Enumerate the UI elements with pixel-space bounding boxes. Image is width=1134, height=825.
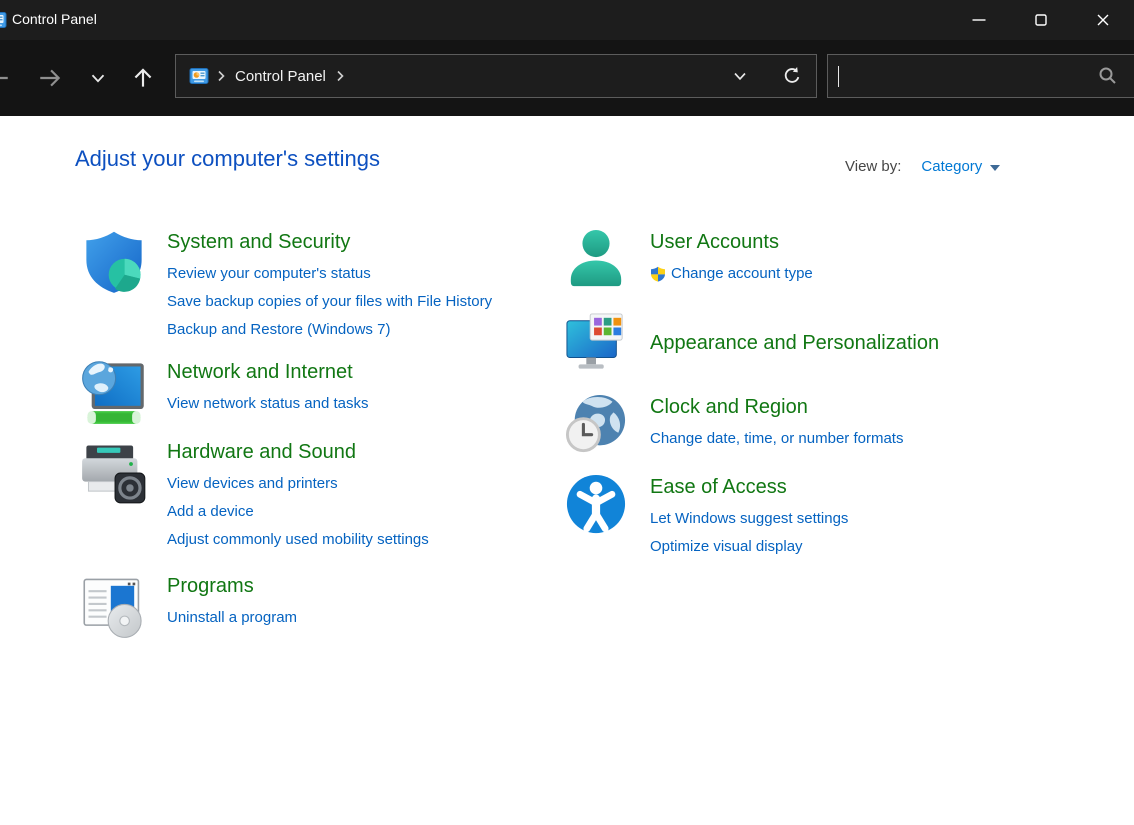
task-link-clock-region-0[interactable]: Change date, time, or number formats — [650, 425, 1080, 453]
content-area: Adjust your computer's settings View by:… — [0, 116, 1134, 825]
network-internet-icon[interactable] — [80, 358, 148, 426]
task-link-label: Add a device — [167, 498, 254, 526]
close-icon — [1091, 8, 1115, 32]
task-link-label: Change account type — [671, 260, 813, 288]
user-accounts-icon[interactable] — [565, 228, 627, 290]
task-link-ease-of-access-0[interactable]: Let Windows suggest settings — [650, 505, 1080, 533]
task-link-label: Uninstall a program — [167, 604, 297, 632]
refresh-button[interactable] — [778, 62, 806, 90]
back-arrow-icon — [0, 65, 11, 91]
ease-of-access-icon[interactable] — [565, 473, 627, 535]
category-body: Clock and Region Change date, time, or nu… — [650, 393, 1080, 453]
up-button[interactable] — [129, 64, 157, 92]
programs-icon[interactable] — [80, 572, 148, 640]
dropdown-caret-icon — [990, 165, 1000, 171]
minimize-button[interactable] — [948, 0, 1010, 40]
maximize-icon — [1029, 8, 1053, 32]
search-icon[interactable] — [1096, 64, 1120, 88]
address-dropdown-button[interactable] — [726, 62, 754, 90]
system-security-icon[interactable] — [80, 228, 148, 296]
task-link-system-security-2[interactable]: Backup and Restore (Windows 7) — [167, 316, 511, 344]
category-title-programs[interactable]: Programs — [167, 574, 254, 598]
category-clock-region: Clock and Region Change date, time, or nu… — [565, 393, 1085, 455]
appearance-personalization-icon[interactable] — [565, 312, 627, 374]
task-link-label: Optimize visual display — [650, 533, 803, 561]
breadcrumb-control-panel[interactable]: Control Panel — [235, 68, 326, 85]
window-controls — [948, 0, 1134, 40]
category-title-system-security[interactable]: System and Security — [167, 230, 350, 254]
category-network-internet: Network and Internet View network status … — [80, 358, 540, 426]
page-title: Adjust your computer's settings — [75, 146, 380, 172]
task-link-programs-0[interactable]: Uninstall a program — [167, 604, 511, 632]
minimize-icon — [967, 8, 991, 32]
up-arrow-icon — [130, 65, 156, 91]
category-title-appearance-personalization[interactable]: Appearance and Personalization — [650, 331, 939, 355]
hardware-sound-icon[interactable] — [80, 438, 148, 506]
category-body: User Accounts Change account type — [650, 228, 1080, 288]
task-link-label: View network status and tasks — [167, 390, 369, 418]
category-programs: Programs Uninstall a program — [80, 572, 540, 640]
category-column-left: System and Security Review your computer'… — [80, 228, 540, 640]
back-button[interactable] — [0, 64, 12, 92]
category-title-network-internet[interactable]: Network and Internet — [167, 360, 353, 384]
category-title-hardware-sound[interactable]: Hardware and Sound — [167, 440, 356, 464]
task-link-label: Let Windows suggest settings — [650, 505, 848, 533]
clock-region-icon[interactable] — [565, 393, 627, 455]
category-body: Network and Internet View network status … — [167, 358, 511, 418]
recent-locations-button[interactable] — [84, 64, 112, 92]
category-hardware-sound: Hardware and Sound View devices and print… — [80, 438, 540, 554]
category-system-security: System and Security Review your computer'… — [80, 228, 540, 344]
address-bar[interactable]: Control Panel — [175, 54, 817, 98]
task-link-label: Backup and Restore (Windows 7) — [167, 316, 390, 344]
task-link-system-security-0[interactable]: Review your computer's status — [167, 260, 511, 288]
breadcrumb-chevron-icon[interactable] — [332, 68, 348, 84]
category-body: Hardware and Sound View devices and print… — [167, 438, 511, 554]
task-link-label: Review your computer's status — [167, 260, 371, 288]
window-title: Control Panel — [12, 11, 97, 27]
view-by-dropdown[interactable]: Category — [921, 158, 1000, 175]
chevron-down-icon — [730, 66, 750, 86]
task-link-network-internet-0[interactable]: View network status and tasks — [167, 390, 511, 418]
refresh-icon — [781, 65, 803, 87]
view-by-control: View by: Category — [845, 158, 1000, 175]
category-body: Ease of Access Let Windows suggest settin… — [650, 473, 1080, 561]
task-link-ease-of-access-1[interactable]: Optimize visual display — [650, 533, 1080, 561]
control-panel-icon[interactable] — [189, 66, 209, 86]
task-link-label: View devices and printers — [167, 470, 338, 498]
task-link-system-security-1[interactable]: Save backup copies of your files with Fi… — [167, 288, 511, 316]
category-body: Programs Uninstall a program — [167, 572, 511, 632]
task-link-user-accounts-0[interactable]: Change account type — [650, 260, 1080, 288]
task-link-hardware-sound-1[interactable]: Add a device — [167, 498, 511, 526]
category-title-user-accounts[interactable]: User Accounts — [650, 230, 779, 254]
navigation-bar: Control Panel — [0, 40, 1134, 116]
task-link-label: Change date, time, or number formats — [650, 425, 903, 453]
task-link-label: Save backup copies of your files with Fi… — [167, 288, 492, 316]
category-body: System and Security Review your computer'… — [167, 228, 511, 344]
control-panel-app-icon[interactable] — [0, 10, 7, 30]
task-link-hardware-sound-2[interactable]: Adjust commonly used mobility settings — [167, 526, 511, 554]
task-link-label: Adjust commonly used mobility settings — [167, 526, 429, 554]
task-link-hardware-sound-0[interactable]: View devices and printers — [167, 470, 511, 498]
category-appearance-personalization: Appearance and Personalization — [565, 312, 1085, 374]
category-title-clock-region[interactable]: Clock and Region — [650, 395, 808, 419]
title-bar: Control Panel — [0, 0, 1134, 40]
close-button[interactable] — [1072, 0, 1134, 40]
text-caret — [838, 66, 839, 87]
category-title-ease-of-access[interactable]: Ease of Access — [650, 475, 787, 499]
forward-arrow-icon — [37, 65, 63, 91]
category-ease-of-access: Ease of Access Let Windows suggest settin… — [565, 473, 1085, 561]
category-column-right: User Accounts Change account type Appearan… — [565, 228, 1085, 561]
search-box[interactable] — [827, 54, 1134, 98]
category-user-accounts: User Accounts Change account type — [565, 228, 1085, 290]
search-input[interactable] — [828, 55, 1096, 97]
view-by-value: Category — [921, 158, 982, 175]
maximize-button[interactable] — [1010, 0, 1072, 40]
forward-button[interactable] — [36, 64, 64, 92]
uac-shield-icon — [650, 266, 666, 282]
category-body: Appearance and Personalization — [650, 331, 1080, 355]
view-by-label: View by: — [845, 158, 901, 175]
chevron-down-icon — [87, 67, 109, 89]
breadcrumb-chevron-icon[interactable] — [213, 68, 229, 84]
